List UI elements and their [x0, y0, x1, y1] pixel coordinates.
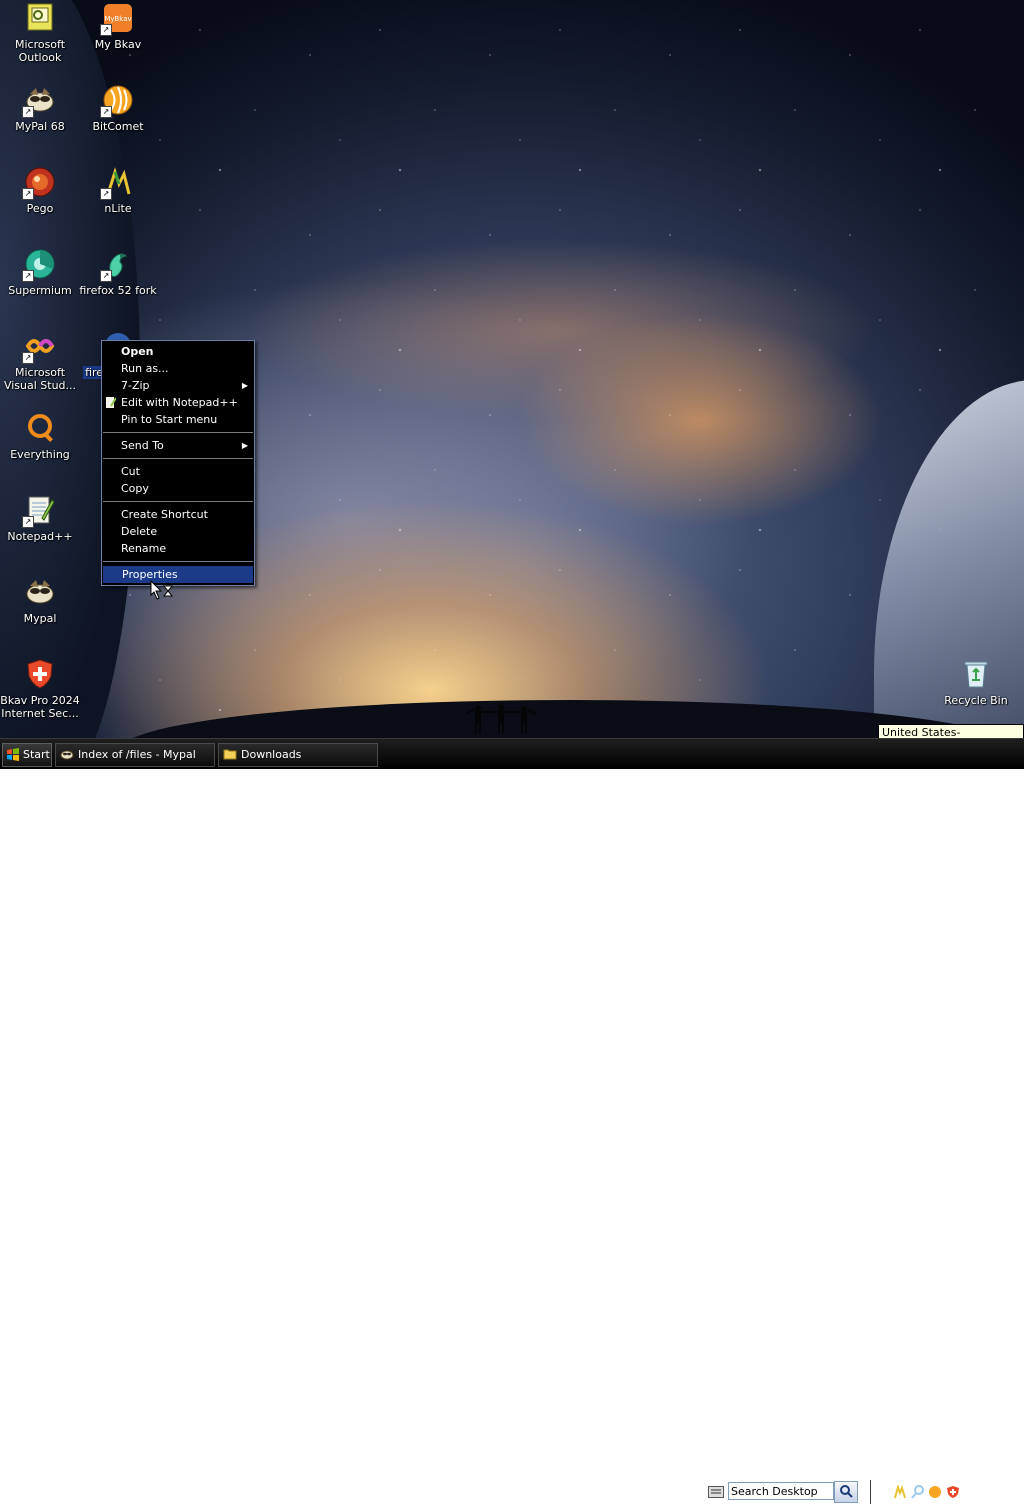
- desktop-icon-supermium[interactable]: ↗ Supermium: [0, 248, 80, 320]
- notepadpp-icon: ↗: [22, 494, 56, 528]
- search-icon: [840, 1485, 853, 1498]
- notepadpp-small-icon: [106, 397, 116, 408]
- folder-icon: [223, 749, 237, 760]
- menu-item-properties[interactable]: Properties: [103, 566, 253, 583]
- menu-item-edit-with-notepadpp[interactable]: Edit with Notepad++: [102, 394, 254, 411]
- desktop-icon-recycle-bin[interactable]: Recycle Bin: [936, 658, 1016, 730]
- shortcut-arrow-icon: ↗: [100, 24, 112, 36]
- tray-expand-chevron-icon[interactable]: «: [877, 1480, 884, 1504]
- visual-studio-icon: ↗: [22, 330, 56, 364]
- shortcut-arrow-icon: ↗: [22, 352, 34, 364]
- desktop-icon-microsoft-outlook[interactable]: Microsoft Outlook: [0, 2, 80, 74]
- menu-separator: [103, 501, 253, 502]
- menu-item-pin-to-start[interactable]: Pin to Start menu: [102, 411, 254, 428]
- clock[interactable]: 11:08 PM: [967, 1480, 1018, 1504]
- desktop-icon-microsoft-visual-studio[interactable]: ↗ Microsoft Visual Stud...: [0, 330, 80, 402]
- keyboard-icon: [708, 1486, 724, 1498]
- windows-flag-icon: [7, 748, 19, 761]
- menu-item-rename[interactable]: Rename: [102, 540, 254, 557]
- mouse-cursor-icon: [150, 580, 174, 600]
- menu-separator: [103, 458, 253, 459]
- taskbar-button-mypal[interactable]: Index of /files - Mypal: [55, 743, 215, 767]
- nlite-icon: ↗: [100, 166, 134, 200]
- submenu-arrow-icon: ▶: [241, 441, 248, 450]
- language-tooltip: United States-International: [878, 724, 1024, 738]
- taskbar: Start Index of /files - Mypal Downloads …: [0, 738, 1024, 1504]
- taskbar-button-downloads[interactable]: Downloads: [218, 743, 378, 767]
- menu-item-delete[interactable]: Delete: [102, 523, 254, 540]
- search-button[interactable]: [834, 1481, 858, 1503]
- shortcut-arrow-icon: ↗: [22, 270, 34, 282]
- bitcomet-tray-icon[interactable]: [928, 1485, 942, 1499]
- menu-item-send-to[interactable]: Send To ▶: [102, 437, 254, 454]
- mypal-icon: [24, 576, 56, 608]
- wallpaper-silhouettes: [466, 704, 537, 734]
- search-desktop-input[interactable]: [728, 1482, 834, 1500]
- shortcut-arrow-icon: ↗: [100, 106, 112, 118]
- desktop[interactable]: Microsoft Outlook MyBkav ↗ My Bkav ↗ MyP…: [0, 0, 1024, 738]
- outlook-icon: [24, 2, 56, 34]
- desktop-icon-bitcomet[interactable]: ↗ BitComet: [78, 84, 158, 156]
- bkav-pro-icon: [24, 658, 56, 690]
- shortcut-arrow-icon: ↗: [100, 270, 112, 282]
- desktop-icon-mypal[interactable]: Mypal: [0, 576, 80, 648]
- bitcomet-icon: ↗: [100, 84, 134, 118]
- menu-item-open[interactable]: Open: [102, 343, 254, 360]
- recycle-bin-icon: [960, 658, 992, 690]
- shortcut-arrow-icon: ↗: [100, 188, 112, 200]
- desktop-icon-mypal-68[interactable]: ↗ MyPal 68: [0, 84, 80, 156]
- desktop-icon-nlite[interactable]: ↗ nLite: [78, 166, 158, 238]
- submenu-arrow-icon: ▶: [241, 381, 248, 390]
- shortcut-arrow-icon: ↗: [22, 516, 34, 528]
- system-tray: « 11:08 PM: [870, 1480, 1024, 1504]
- mypal-small-icon: [60, 750, 74, 760]
- firefox52-fork-icon: ↗: [100, 248, 134, 282]
- desktop-icon-pego[interactable]: ↗ Pego: [0, 166, 80, 238]
- shortcut-arrow-icon: ↗: [22, 106, 34, 118]
- supermium-icon: ↗: [22, 248, 56, 282]
- desktop-icon-notepad-plus-plus[interactable]: ↗ Notepad++: [0, 494, 80, 566]
- shortcut-arrow-icon: ↗: [22, 188, 34, 200]
- menu-separator: [103, 561, 253, 562]
- menu-item-create-shortcut[interactable]: Create Shortcut: [102, 506, 254, 523]
- pego-icon: ↗: [22, 166, 56, 200]
- search-tray-icon[interactable]: [911, 1485, 925, 1499]
- desktop-icon-firefox-52-fork[interactable]: ↗ firefox 52 fork: [78, 248, 158, 320]
- menu-item-7-zip[interactable]: 7-Zip ▶: [102, 377, 254, 394]
- desktop-icon-my-bkav[interactable]: MyBkav ↗ My Bkav: [78, 2, 158, 74]
- menu-item-copy[interactable]: Copy: [102, 480, 254, 497]
- desktop-icon-bkav-pro[interactable]: Bkav Pro 2024 Internet Sec...: [0, 658, 80, 730]
- bkav-tray-icon[interactable]: [946, 1485, 960, 1499]
- context-menu: Open Run as... 7-Zip ▶ Edit with Notepad+…: [101, 340, 255, 586]
- nlite-tray-icon[interactable]: [893, 1485, 907, 1499]
- desktop-icon-everything[interactable]: Everything: [0, 412, 80, 484]
- mypal68-icon: ↗: [22, 84, 56, 118]
- start-button[interactable]: Start: [2, 743, 52, 767]
- menu-item-run-as[interactable]: Run as...: [102, 360, 254, 377]
- menu-separator: [103, 432, 253, 433]
- svg-text:MyBkav: MyBkav: [104, 15, 131, 23]
- my-bkav-icon: MyBkav ↗: [100, 2, 134, 36]
- menu-item-cut[interactable]: Cut: [102, 463, 254, 480]
- everything-icon: [24, 412, 56, 444]
